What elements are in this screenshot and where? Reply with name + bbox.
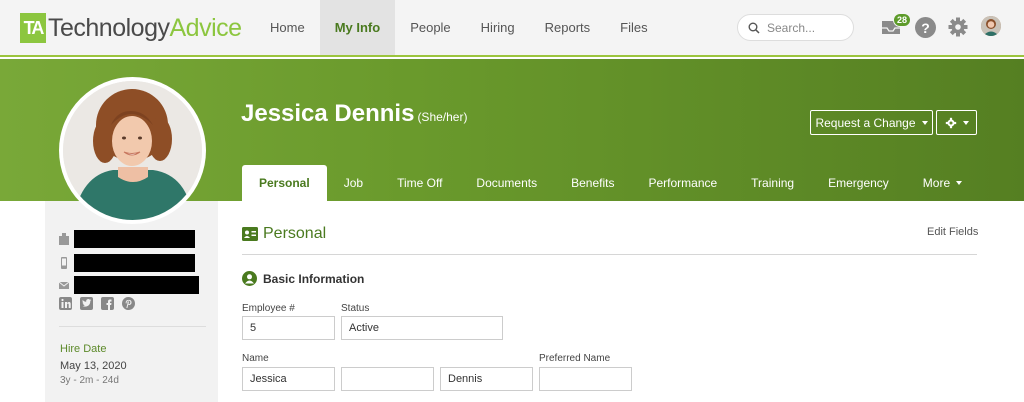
preferred-name-field[interactable] [539,367,632,391]
nav-item-reports[interactable]: Reports [530,0,606,55]
tab-documents[interactable]: Documents [459,165,554,201]
id-card-icon [242,227,258,241]
profile-settings-button[interactable] [936,110,977,135]
nav-item-my-info[interactable]: My Info [319,0,396,55]
user-avatar[interactable] [981,16,1001,36]
tab-benefits[interactable]: Benefits [554,165,631,201]
section-title: Personal [263,225,327,242]
linkedin-icon[interactable] [59,297,72,310]
pronouns: (She/her) [417,110,468,124]
logo-mark: TA [20,13,46,43]
tab-emergency[interactable]: Emergency [811,165,906,201]
employee-number-field[interactable]: 5 [242,316,335,340]
request-change-button[interactable]: Request a Change [810,110,933,135]
pinterest-icon[interactable] [122,297,135,310]
office-phone-icon [59,233,69,245]
nav-item-hiring[interactable]: Hiring [466,0,530,55]
employee-number-label: Employee # [242,303,295,314]
profile-sidebar: Hire Date May 13, 2020 3y - 2m - 24d [45,201,218,402]
employee-name: Jessica Dennis (She/her) [241,100,468,127]
profile-photo[interactable] [63,81,202,220]
redacted-mobile-phone [74,254,195,272]
preferred-name-label: Preferred Name [539,353,611,364]
tab-more[interactable]: More [906,165,979,201]
settings-gear-icon[interactable] [947,16,969,38]
nav-item-home[interactable]: Home [255,0,320,55]
mobile-phone-icon [61,257,67,269]
search-icon [748,22,760,34]
profile-tabs: Personal Job Time Off Documents Benefits… [242,165,979,201]
last-name-field[interactable]: Dennis [440,367,533,391]
mobile-phone-row [59,254,195,272]
chevron-down-icon [962,120,969,125]
hire-date-label: Hire Date [60,343,107,355]
section-divider [242,254,977,255]
main-nav: Home My Info People Hiring Reports Files [255,0,663,55]
tab-performance[interactable]: Performance [631,165,734,201]
top-navigation-bar: TA TechnologyAdvice Home My Info People … [0,0,1024,57]
hire-duration: 3y - 2m - 24d [60,375,119,386]
search-input[interactable] [767,20,852,35]
redacted-email [74,276,199,294]
subsection-title: Basic Information [263,272,365,286]
email-row [59,276,199,294]
edit-fields-link[interactable]: Edit Fields [927,226,978,238]
status-label: Status [341,303,370,314]
first-name-field[interactable]: Jessica [242,367,335,391]
nav-item-people[interactable]: People [395,0,465,55]
facebook-icon[interactable] [101,297,114,310]
nav-item-files[interactable]: Files [605,0,662,55]
person-circle-icon [242,271,257,286]
email-icon [59,281,69,289]
sidebar-divider [59,326,206,327]
help-icon[interactable]: ? [915,17,936,38]
middle-name-field[interactable] [341,367,434,391]
search-box[interactable] [737,14,854,41]
twitter-icon[interactable] [80,297,93,310]
chevron-down-icon [921,120,928,125]
tab-time-off[interactable]: Time Off [380,165,459,201]
social-links [59,297,135,310]
hire-date-value: May 13, 2020 [60,360,127,372]
inbox-badge: 28 [893,13,912,27]
tab-training[interactable]: Training [734,165,811,201]
redacted-work-phone [74,230,195,248]
status-field[interactable]: Active [341,316,503,340]
logo-text: TechnologyAdvice [48,13,242,42]
chevron-down-icon [956,181,963,185]
company-logo[interactable]: TA TechnologyAdvice [20,11,242,45]
tab-job[interactable]: Job [327,165,380,201]
gear-icon [945,117,956,128]
name-label: Name [242,353,269,364]
tab-personal[interactable]: Personal [242,165,327,201]
work-phone-row [59,230,195,248]
